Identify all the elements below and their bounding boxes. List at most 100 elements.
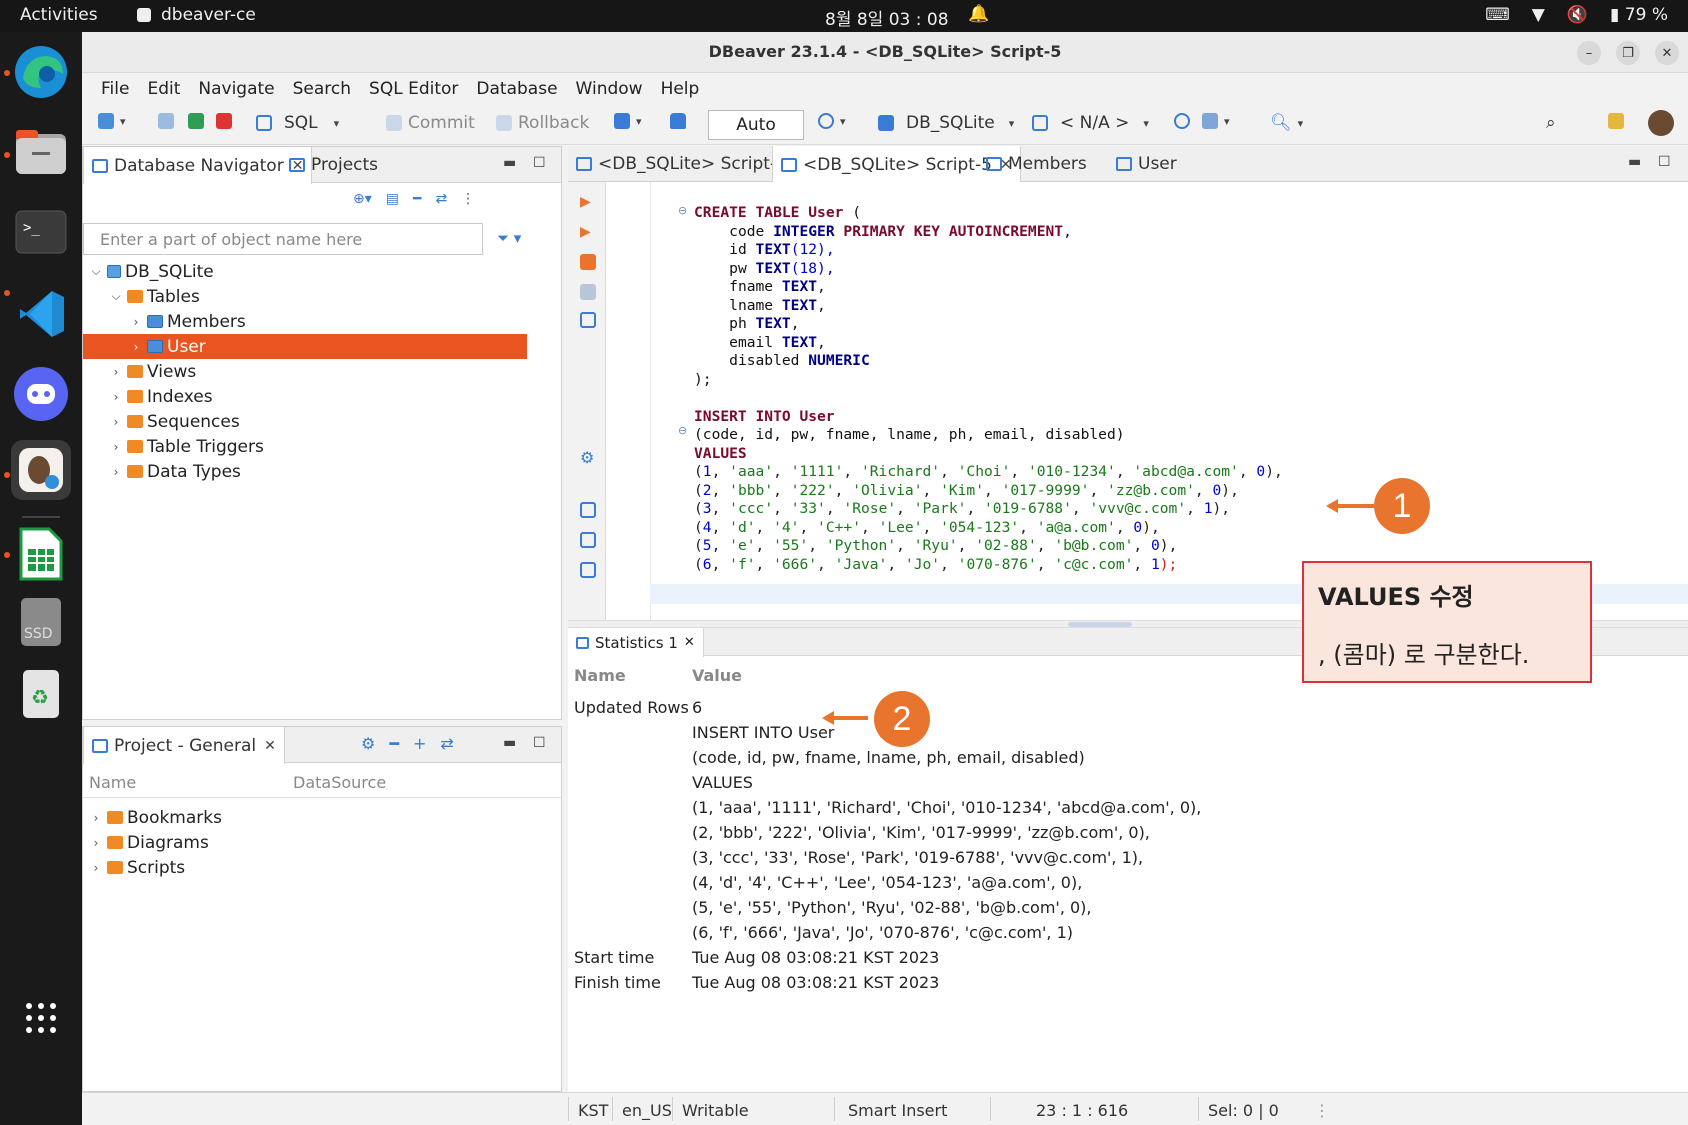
history-button[interactable]: ▾ — [818, 113, 846, 129]
schema-selector[interactable]: < N/A > ▾ — [1032, 113, 1149, 133]
project-actions: ⚙ ━ + ⇄ — [361, 734, 454, 753]
ssd-drive-launcher[interactable]: SSD — [11, 592, 71, 652]
commit-button[interactable]: Commit — [386, 113, 475, 133]
minimize-panel-icon[interactable]: ▬ — [1628, 154, 1641, 170]
menu-sql-editor[interactable]: SQL Editor — [360, 73, 467, 105]
execute-in-new-tab-icon[interactable]: ▶ — [580, 224, 596, 240]
menu-file[interactable]: File — [92, 73, 138, 105]
tab-statistics-1[interactable]: Statistics 1 ✕ — [568, 628, 704, 657]
close-icon[interactable]: ✕ — [264, 738, 276, 754]
tree-node-members[interactable]: › Members — [83, 309, 527, 334]
gear-icon[interactable]: ⚙ — [361, 734, 375, 753]
vscode-launcher[interactable] — [11, 284, 71, 344]
disconnect-button[interactable] — [216, 113, 232, 129]
find-button[interactable]: 🔍︎ ▾ — [1270, 113, 1303, 133]
dbeaver-launcher[interactable] — [11, 440, 71, 500]
edge-browser-launcher[interactable] — [11, 42, 71, 102]
tab-user[interactable]: User — [1108, 146, 1185, 182]
execute-script-icon[interactable] — [580, 254, 596, 270]
menu-navigate[interactable]: Navigate — [189, 73, 283, 105]
link-icon[interactable]: ⇄ — [440, 734, 453, 753]
tab-project-general[interactable]: Project - General ✕ — [83, 727, 285, 764]
discord-launcher[interactable] — [11, 364, 71, 424]
maximize-panel-icon[interactable]: ☐ — [533, 155, 546, 171]
window-titlebar[interactable]: DBeaver 23.1.4 - <DB_SQLite> Script-5 – … — [82, 32, 1688, 73]
datasource-selector[interactable]: DB_SQLite ▾ — [878, 113, 1014, 133]
results-header-value: Value — [692, 666, 743, 685]
explain-plan-icon[interactable] — [580, 312, 596, 328]
maximize-panel-icon[interactable]: ☐ — [1658, 154, 1671, 170]
tree-node-data-types[interactable]: › Data Types — [83, 459, 527, 484]
load-script-icon[interactable] — [580, 502, 596, 518]
tree-node-indexes[interactable]: › Indexes — [83, 384, 527, 409]
minimize-panel-icon[interactable]: ▬ — [503, 735, 516, 751]
tree-node-sequences[interactable]: › Sequences — [83, 409, 527, 434]
maximize-button[interactable]: ❐ — [1616, 41, 1640, 65]
gear-icon[interactable]: ⚙ — [580, 448, 596, 467]
menu-window[interactable]: Window — [567, 73, 652, 105]
tree-node-diagrams[interactable]: › Diagrams — [83, 830, 527, 855]
menu-search[interactable]: Search — [284, 73, 360, 105]
menu-edit[interactable]: Edit — [138, 73, 189, 105]
collapse-icon[interactable]: ━ — [389, 734, 399, 753]
fold-marker-icon[interactable]: ⊖ — [678, 204, 687, 217]
execute-script-new-tab-icon[interactable] — [580, 284, 596, 300]
splitter-handle[interactable] — [1068, 622, 1132, 627]
rollback-button[interactable]: Rollback — [496, 113, 589, 133]
system-tray[interactable]: ⌨ ▼ 🔇 ▮ 79 % — [1485, 5, 1668, 25]
reconnect-button[interactable] — [188, 113, 204, 129]
link-editor-icon[interactable]: ⇄ — [435, 191, 447, 207]
lock-button[interactable] — [670, 113, 686, 129]
tools-button[interactable]: ▾ — [1202, 113, 1230, 129]
save-script-icon[interactable] — [580, 532, 596, 548]
dbeaver-perspective-button[interactable] — [1648, 110, 1674, 136]
collapse-all-icon[interactable]: ━ — [413, 191, 421, 207]
tree-node-tables[interactable]: ⌵ Tables — [83, 284, 527, 309]
tree-node-views[interactable]: › Views — [83, 359, 527, 384]
minimize-button[interactable]: – — [1577, 41, 1601, 65]
menu-help[interactable]: Help — [652, 73, 709, 105]
dashboard-button[interactable] — [1174, 113, 1190, 129]
code-token: 'Python' — [825, 537, 897, 554]
filter-icon[interactable]: ⏷ ▾ — [497, 229, 521, 247]
tree-node-db-sqlite[interactable]: ⌵ DB_SQLite — [83, 259, 527, 284]
connect-button[interactable] — [158, 113, 174, 129]
auto-commit-mode-box[interactable]: Auto — [708, 110, 804, 140]
terminal-launcher[interactable]: >_ — [11, 202, 71, 262]
tab-database-navigator[interactable]: Database Navigator ✕ — [83, 147, 313, 184]
execute-statement-icon[interactable]: ▶ — [580, 194, 596, 210]
activities-button[interactable]: Activities — [20, 5, 98, 25]
new-connection-icon[interactable]: ⊕▾ — [353, 191, 372, 207]
new-connection-button[interactable]: ▾ — [98, 113, 126, 129]
calc-launcher[interactable] — [11, 524, 71, 584]
clock[interactable]: 8월 8일 03 : 08 — [825, 5, 949, 30]
status-more-icon[interactable]: ⋮ — [1314, 1101, 1330, 1120]
tab-projects[interactable]: Projects — [281, 147, 386, 183]
tab-members[interactable]: Members — [978, 146, 1095, 182]
navigator-filter-input[interactable]: Enter a part of object name here — [83, 223, 483, 255]
menu-database[interactable]: Database — [467, 73, 566, 105]
tree-node-scripts[interactable]: › Scripts — [83, 855, 527, 880]
close-window-button[interactable]: ✕ — [1655, 41, 1679, 65]
sql-editor-button[interactable]: SQL ▾ — [256, 113, 339, 133]
minimize-panel-icon[interactable]: ▬ — [503, 155, 516, 171]
export-script-icon[interactable] — [580, 562, 596, 578]
tree-node-bookmarks[interactable]: › Bookmarks — [83, 805, 527, 830]
add-icon[interactable]: + — [413, 734, 426, 753]
new-folder-icon[interactable]: ▤ — [386, 191, 399, 207]
maximize-panel-icon[interactable]: ☐ — [533, 735, 546, 751]
tree-node-table-triggers[interactable]: › Table Triggers — [83, 434, 527, 459]
fold-marker-icon[interactable]: ⊖ — [678, 424, 687, 437]
sql-editor[interactable]: ⊖ ⊖ CREATE TABLE User ( code INTEGER PRI… — [606, 182, 1688, 620]
perspective-button[interactable] — [1608, 113, 1624, 129]
view-menu-icon[interactable]: ⋮ — [461, 191, 475, 207]
close-icon[interactable]: ✕ — [684, 635, 695, 650]
global-search-button[interactable]: ⌕ — [1546, 113, 1556, 133]
trash-launcher[interactable]: ♻ — [11, 664, 71, 724]
transaction-mode-button[interactable]: ▾ — [614, 113, 642, 129]
show-apps-button[interactable] — [11, 988, 71, 1048]
files-launcher[interactable] — [11, 122, 71, 182]
active-app-indicator[interactable]: dbeaver-ce — [137, 5, 256, 25]
tab-script-4[interactable]: <DB_SQLite> Script-4 — [568, 146, 795, 182]
tree-node-user[interactable]: › User — [83, 334, 527, 359]
